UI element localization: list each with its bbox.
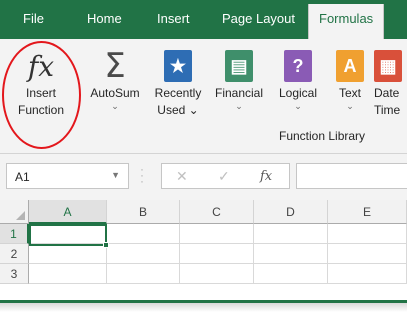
formula-bar-buttons: ✕ ✓ fx [161,163,290,189]
name-box-value: A1 [15,170,30,184]
tab-formulas[interactable]: Formulas [308,4,385,39]
cell[interactable] [107,244,180,264]
cell[interactable] [328,224,407,244]
recently-used-label-line1: Recently [154,86,202,100]
row-header-3[interactable]: 3 [0,264,29,284]
name-box[interactable]: A1 ▼ [6,163,129,189]
select-all-corner[interactable] [0,200,29,224]
financial-button[interactable]: ▤ Financial ⌄ [210,47,268,111]
star-book-icon: ★ [164,50,192,82]
date-time-label-line1: Date [374,86,400,100]
window-shadow [0,303,407,312]
date-time-label-line2: Time [374,103,401,117]
text-button[interactable]: A Text ⌄ [330,47,370,111]
cell[interactable] [29,264,107,284]
cell[interactable] [107,224,180,244]
cell[interactable] [180,224,254,244]
formula-input[interactable] [296,163,407,189]
chevron-down-icon[interactable]: ▼ [111,170,120,180]
column-header-a[interactable]: A [29,200,107,224]
active-cell-a1[interactable] [29,224,109,248]
column-header-b[interactable]: B [107,200,180,224]
recently-used-label-line2: Used ⌄ [157,103,199,117]
excel-window: File Home Insert Page Layout Formulas fx… [0,0,407,303]
date-time-button[interactable]: ▦ Date Time [374,47,407,119]
fx-icon[interactable]: fx [260,169,272,184]
text-book-icon: A [336,50,364,82]
column-header-c[interactable]: C [180,200,254,224]
autosum-button[interactable]: Σ AutoSum ⌄ [84,47,146,111]
chevron-down-icon: ⌄ [294,101,302,111]
formula-bar: A1 ▼ · · · ✕ ✓ fx [0,154,407,200]
function-library-group-label: Function Library [279,129,366,143]
ribbon-formulas: fx Insert Function Σ AutoSum ⌄ ★ Recentl… [0,39,407,154]
logical-label: Logical [278,86,318,100]
cell[interactable] [180,244,254,264]
financial-label: Financial [214,86,264,100]
grip-dots-icon[interactable]: · · · [140,163,144,187]
row-header-1[interactable]: 1 [0,224,29,244]
calendar-book-icon: ▦ [374,50,402,82]
autosum-label: AutoSum [90,86,140,100]
highlight-circle [2,41,81,149]
enter-check-icon[interactable]: ✓ [218,168,230,185]
fill-handle[interactable] [103,242,109,248]
cell[interactable] [328,244,407,264]
row-header-2[interactable]: 2 [0,244,29,264]
recently-used-button[interactable]: ★ Recently Used ⌄ [149,47,207,119]
financial-book-icon: ▤ [225,50,253,82]
cell[interactable] [254,244,328,264]
text-label: Text [338,86,361,100]
cell[interactable] [254,224,328,244]
chevron-down-icon: ⌄ [346,101,354,111]
column-header-d[interactable]: D [254,200,328,224]
column-header-e[interactable]: E [328,200,407,224]
cell[interactable] [107,264,180,284]
ribbon-tab-bar: File Home Insert Page Layout Formulas [0,0,407,39]
logical-book-icon: ? [284,50,312,82]
cell[interactable] [180,264,254,284]
tab-home[interactable]: Home [87,11,122,26]
tab-page-layout[interactable]: Page Layout [222,11,295,26]
cell[interactable] [328,264,407,284]
cell[interactable] [254,264,328,284]
worksheet-grid[interactable]: A B C D E 1 2 3 [0,200,407,300]
sigma-icon: Σ [104,46,126,86]
chevron-down-icon: ⌄ [235,101,243,111]
logical-button[interactable]: ? Logical ⌄ [272,47,324,111]
chevron-down-icon: ⌄ [111,101,119,111]
cell[interactable] [29,244,107,264]
tab-insert[interactable]: Insert [157,11,190,26]
cancel-icon[interactable]: ✕ [176,168,188,185]
tab-file[interactable]: File [23,11,44,26]
